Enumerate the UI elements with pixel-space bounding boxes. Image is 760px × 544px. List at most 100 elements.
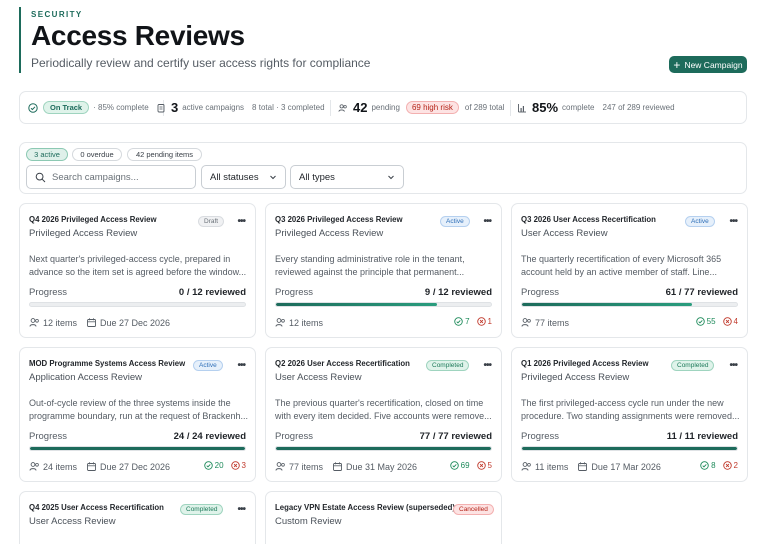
x-circle-icon — [476, 317, 486, 326]
revoked-count: 3 — [241, 461, 246, 470]
status-badge: Cancelled — [453, 504, 494, 515]
item-count: 24 items — [43, 461, 78, 472]
stat-pending: 42 pending 69 high risk of 289 total — [338, 92, 504, 123]
item-count: 12 items — [43, 317, 78, 328]
decision-counts: 7 1 — [454, 317, 492, 326]
campaign-card[interactable]: Legacy VPN Estate Access Review (superse… — [265, 491, 502, 544]
check-circle-icon — [454, 317, 463, 326]
campaign-type: User Access Review — [29, 516, 116, 527]
item-count: 77 items — [535, 317, 570, 328]
progress-bar — [521, 446, 738, 451]
progress-label: Progress — [29, 287, 68, 298]
calendar-icon — [332, 461, 343, 472]
campaign-card[interactable]: MOD Programme Systems Access Review Acti… — [19, 347, 256, 482]
progress-bar — [275, 302, 492, 307]
status-badge: Completed — [671, 360, 715, 371]
type-select[interactable]: All types — [290, 165, 404, 189]
progress-bar — [29, 302, 246, 307]
campaign-card[interactable]: Q1 2026 Privileged Access Review Complet… — [511, 347, 748, 482]
campaign-type: Custom Review — [275, 516, 342, 527]
filter-panel: 3 active 0 overdue 42 pending items All … — [19, 142, 747, 194]
x-circle-icon — [722, 317, 732, 326]
campaign-type: User Access Review — [521, 228, 608, 239]
search-input[interactable] — [52, 171, 182, 183]
complete-detail: 247 of 289 reviewed — [602, 103, 675, 112]
more-menu-icon[interactable]: ••• — [237, 504, 245, 515]
campaign-title: Q4 2026 Privileged Access Review — [29, 215, 157, 224]
campaign-card[interactable]: Q4 2026 Privileged Access Review Draft •… — [19, 203, 256, 338]
revoked-count: 5 — [487, 461, 492, 470]
progress-label: Progress — [275, 287, 314, 298]
stat-complete: 85% complete 247 of 289 reviewed — [517, 92, 675, 123]
check-circle-icon — [700, 461, 709, 470]
x-circle-icon — [476, 461, 486, 470]
type-select-value: All types — [299, 171, 335, 183]
progress-label: Progress — [29, 431, 68, 442]
search-box[interactable] — [26, 165, 196, 189]
status-badge: Active — [685, 216, 715, 227]
plus-icon: + — [673, 57, 681, 72]
campaign-meta: 12 items — [275, 317, 323, 328]
campaign-card[interactable]: Q4 2025 User Access Recertification Comp… — [19, 491, 256, 544]
decision-counts: 8 2 — [700, 461, 738, 470]
new-campaign-button[interactable]: + New Campaign — [669, 56, 747, 73]
campaign-description: Every standing administrative role in th… — [275, 254, 465, 277]
campaign-card[interactable]: Q2 2026 User Access Recertification Comp… — [265, 347, 502, 482]
campaign-meta: 11 items Due 17 Mar 2026 — [521, 461, 661, 472]
due-date: Due 27 Dec 2026 — [100, 317, 171, 328]
revoked-count: 1 — [487, 317, 492, 326]
chip-pending[interactable]: 42 pending items — [127, 148, 202, 161]
more-menu-icon[interactable]: ••• — [237, 216, 245, 227]
pending-label: pending — [371, 103, 400, 112]
status-detail: · 85% complete — [93, 103, 149, 112]
campaign-meta: 24 items Due 27 Dec 2026 — [29, 461, 170, 472]
campaign-meta: 12 items Due 27 Dec 2026 — [29, 317, 170, 328]
decision-counts: 20 3 — [203, 461, 246, 470]
check-circle-icon — [203, 461, 213, 470]
status-badge: Completed — [426, 360, 470, 371]
pending-count: 42 — [353, 100, 368, 115]
progress-value: 0 / 12 reviewed — [178, 287, 246, 298]
chevron-down-icon — [269, 173, 277, 181]
stat-active: 3 active campaigns 8 total · 3 completed — [156, 92, 325, 123]
progress-bar — [29, 446, 246, 451]
chip-overdue[interactable]: 0 overdue — [72, 148, 122, 161]
campaign-type: Application Access Review — [29, 372, 142, 383]
new-campaign-label: New Campaign — [684, 59, 743, 70]
campaign-title: Legacy VPN Estate Access Review (superse… — [275, 503, 455, 512]
campaign-description: The first privileged-access cycle run un… — [521, 398, 740, 421]
due-date: Due 27 Dec 2026 — [100, 461, 171, 472]
more-menu-icon[interactable]: ••• — [729, 360, 737, 371]
progress-label: Progress — [521, 287, 560, 298]
more-menu-icon[interactable]: ••• — [237, 360, 245, 371]
progress-fill — [276, 303, 438, 306]
status-badge: On Track — [43, 101, 90, 114]
more-menu-icon[interactable]: ••• — [729, 216, 737, 227]
campaign-card[interactable]: Q3 2026 Privileged Access Review Active … — [265, 203, 502, 338]
more-menu-icon[interactable]: ••• — [483, 360, 491, 371]
progress-label: Progress — [275, 431, 314, 442]
campaign-title: Q3 2026 Privileged Access Review — [275, 215, 403, 224]
status-select[interactable]: All statuses — [201, 165, 286, 189]
status-select-value: All statuses — [210, 171, 259, 183]
progress-fill — [276, 447, 491, 450]
due-date: Due 31 May 2026 — [346, 461, 418, 472]
x-circle-icon — [230, 461, 240, 470]
chip-active[interactable]: 3 active — [26, 148, 68, 161]
progress-value: 77 / 77 reviewed — [419, 431, 492, 442]
campaign-meta: 77 items Due 31 May 2026 — [275, 461, 417, 472]
item-count: 77 items — [289, 461, 324, 472]
active-count: 3 — [171, 100, 179, 115]
page-title: Access Reviews — [31, 20, 245, 51]
users-icon — [275, 461, 286, 472]
status-badge: Completed — [180, 504, 224, 515]
approved-count: 20 — [214, 461, 224, 470]
campaign-title: Q4 2025 User Access Recertification — [29, 503, 164, 512]
campaign-card[interactable]: Q3 2026 User Access Recertification Acti… — [511, 203, 748, 338]
users-icon — [521, 461, 532, 472]
campaign-type: Privileged Access Review — [275, 228, 384, 239]
more-menu-icon[interactable]: ••• — [483, 216, 491, 227]
bar-chart-icon — [517, 103, 527, 113]
progress-value: 24 / 24 reviewed — [173, 431, 246, 442]
page-subtitle: Periodically review and certify user acc… — [31, 56, 371, 70]
